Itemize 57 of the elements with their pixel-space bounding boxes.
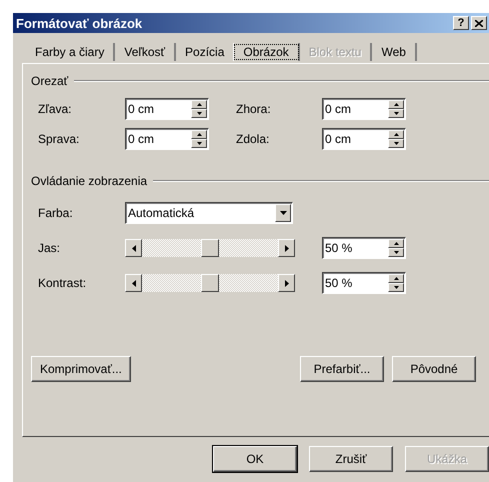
help-button[interactable]: ? bbox=[453, 16, 469, 30]
panel-button[interactable]: Prefarbiť... bbox=[300, 356, 384, 382]
group-title: Orezať bbox=[31, 74, 68, 88]
scroll-right-button[interactable] bbox=[278, 274, 295, 292]
dialog-button[interactable]: Zrušiť bbox=[309, 446, 393, 472]
input-field[interactable]: 0 cm bbox=[322, 98, 406, 120]
up-arrow-icon bbox=[196, 103, 202, 106]
input-field[interactable]: 50 % bbox=[322, 272, 406, 294]
color-dropdown[interactable]: Automatická bbox=[125, 202, 293, 224]
spin-button[interactable] bbox=[191, 130, 207, 148]
input-field[interactable]: 0 cm bbox=[125, 128, 209, 150]
field-label: Zdola: bbox=[236, 132, 270, 146]
spin-button[interactable] bbox=[388, 130, 404, 148]
tab[interactable]: Web bbox=[372, 43, 417, 61]
up-arrow-icon bbox=[394, 242, 398, 245]
close-button[interactable] bbox=[471, 16, 487, 30]
up-arrow-icon bbox=[196, 133, 202, 136]
left-arrow-icon bbox=[132, 280, 136, 286]
window-title: Formátovať obrázok bbox=[16, 16, 144, 30]
input-field[interactable]: 50 % bbox=[322, 237, 406, 259]
input-field[interactable]: 0 cm bbox=[322, 128, 406, 150]
left-arrow-icon bbox=[132, 244, 136, 252]
scroll-left-button[interactable] bbox=[125, 274, 142, 292]
scroll-right-button[interactable] bbox=[278, 239, 295, 257]
spin-button[interactable] bbox=[191, 100, 207, 118]
down-arrow-icon bbox=[394, 112, 398, 115]
down-arrow-icon bbox=[196, 112, 202, 115]
tab[interactable]: Veľkosť bbox=[115, 43, 176, 61]
field-label: Zľava: bbox=[38, 102, 73, 116]
close-icon bbox=[475, 20, 483, 26]
field-label: Sprava: bbox=[38, 132, 80, 146]
dialog-button[interactable]: OK bbox=[213, 446, 297, 472]
field-label: Zhora: bbox=[236, 102, 272, 116]
tab[interactable]: Obrázok bbox=[233, 43, 300, 61]
up-arrow-icon bbox=[394, 133, 398, 136]
spin-button[interactable] bbox=[388, 274, 404, 292]
scroll-left-button[interactable] bbox=[125, 239, 142, 257]
right-arrow-icon bbox=[284, 280, 288, 286]
spin-button[interactable] bbox=[388, 239, 404, 257]
spin-button[interactable] bbox=[388, 100, 404, 118]
panel-button[interactable]: Pôvodné bbox=[392, 356, 476, 382]
right-arrow-icon bbox=[284, 244, 288, 252]
up-arrow-icon bbox=[394, 103, 398, 106]
down-arrow-icon bbox=[394, 286, 398, 289]
input-field[interactable]: 0 cm bbox=[125, 98, 209, 120]
field-label: Farba: bbox=[38, 206, 74, 220]
down-arrow-icon bbox=[394, 251, 398, 254]
field-label: Jas: bbox=[38, 241, 62, 255]
field-label: Kontrast: bbox=[38, 276, 88, 290]
up-arrow-icon bbox=[394, 277, 398, 280]
down-arrow-icon bbox=[394, 142, 398, 145]
tab[interactable]: Farby a čiary bbox=[26, 43, 116, 61]
slider-thumb[interactable] bbox=[201, 239, 219, 257]
group-title: Ovládanie zobrazenia bbox=[31, 174, 148, 188]
panel-button[interactable]: Komprimovať... bbox=[31, 356, 131, 382]
slider-thumb[interactable] bbox=[201, 274, 219, 292]
down-arrow-icon bbox=[196, 142, 202, 145]
